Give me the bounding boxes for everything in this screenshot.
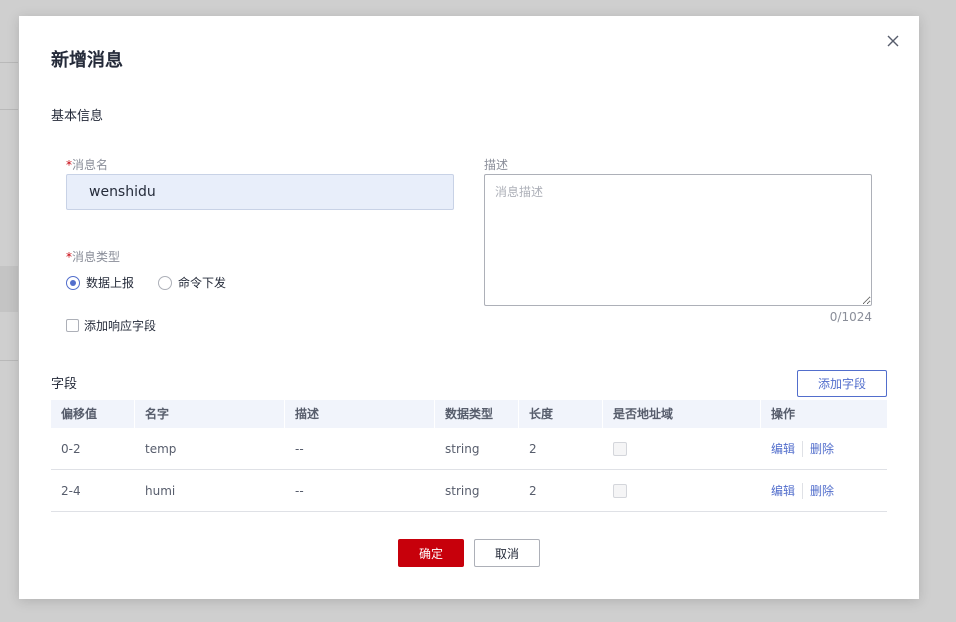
checkbox-icon[interactable]	[66, 319, 79, 332]
cell-length: 2	[529, 441, 537, 456]
cell-description: --	[295, 441, 304, 456]
radio-data-report[interactable]: 数据上报	[66, 274, 134, 291]
radio-data-report-label: 数据上报	[86, 276, 135, 290]
confirm-button[interactable]: 确定	[398, 539, 464, 567]
radio-checked-icon[interactable]	[66, 275, 80, 290]
cell-name: temp	[145, 441, 177, 456]
background-row	[0, 266, 18, 312]
cell-data-type: string	[445, 441, 480, 456]
column-header-offset: 偏移值	[51, 400, 135, 428]
cell-length: 2	[529, 483, 537, 498]
edit-link[interactable]: 编辑	[771, 442, 795, 456]
address-field-checkbox	[613, 483, 627, 498]
action-divider	[802, 441, 804, 458]
radio-unchecked-icon[interactable]	[158, 275, 172, 290]
column-header-length: 长度	[519, 400, 603, 428]
cell-actions: 编辑 删除	[761, 482, 887, 500]
message-name-label: *消息名	[66, 156, 108, 173]
message-type-label: *消息类型	[66, 248, 120, 265]
column-header-description: 描述	[285, 400, 435, 428]
radio-command-send-label: 命令下发	[178, 276, 227, 290]
cell-offset: 2-4	[61, 483, 81, 498]
add-field-button[interactable]: 添加字段	[797, 370, 887, 397]
cell-name: humi	[145, 483, 176, 498]
column-header-actions: 操作	[771, 407, 796, 421]
table-header: 偏移值 名字 描述 数据类型 长度 是否地址域 操作	[51, 400, 887, 428]
fields-section-title: 字段	[51, 377, 78, 392]
column-header-address-field: 是否地址域	[603, 400, 761, 428]
column-header-data-type: 数据类型	[435, 400, 519, 428]
description-char-counter: 0/1024	[829, 310, 872, 324]
column-header-name: 名字	[135, 400, 285, 428]
cell-actions: 编辑 删除	[761, 440, 887, 458]
cell-offset: 0-2	[61, 441, 81, 456]
message-type-label-text: 消息类型	[72, 250, 121, 264]
radio-command-send[interactable]: 命令下发	[158, 274, 226, 291]
description-textarea[interactable]	[484, 174, 872, 306]
add-message-dialog: 新增消息 基本信息 *消息名 描述 0/1024 *消息类型 数据上报 命令下发…	[19, 16, 919, 599]
close-button[interactable]	[885, 33, 901, 49]
action-divider	[802, 483, 804, 500]
cell-data-type: string	[445, 483, 480, 498]
delete-link[interactable]: 删除	[810, 484, 834, 498]
cancel-button[interactable]: 取消	[474, 539, 540, 567]
close-icon	[887, 35, 899, 47]
basic-info-section-title: 基本信息	[51, 109, 104, 124]
add-response-field-label: 添加响应字段	[84, 319, 157, 333]
cell-address-field	[603, 483, 761, 498]
table-row: 0-2 temp -- string 2 编辑 删除	[51, 428, 887, 470]
description-label: 描述	[484, 158, 509, 172]
background-divider	[0, 109, 18, 110]
message-name-input[interactable]	[66, 174, 454, 210]
background-divider	[0, 360, 18, 361]
table-row: 2-4 humi -- string 2 编辑 删除	[51, 470, 887, 512]
cell-address-field	[603, 441, 761, 456]
delete-link[interactable]: 删除	[810, 442, 834, 456]
dialog-title: 新增消息	[51, 50, 123, 71]
fields-table: 偏移值 名字 描述 数据类型 长度 是否地址域 操作 0-2 temp -- s…	[51, 400, 887, 512]
message-name-label-text: 消息名	[72, 158, 109, 172]
background-divider	[0, 62, 18, 63]
edit-link[interactable]: 编辑	[771, 484, 795, 498]
add-response-field-checkbox[interactable]: 添加响应字段	[66, 317, 156, 334]
cell-description: --	[295, 483, 304, 498]
address-field-checkbox	[613, 441, 627, 456]
